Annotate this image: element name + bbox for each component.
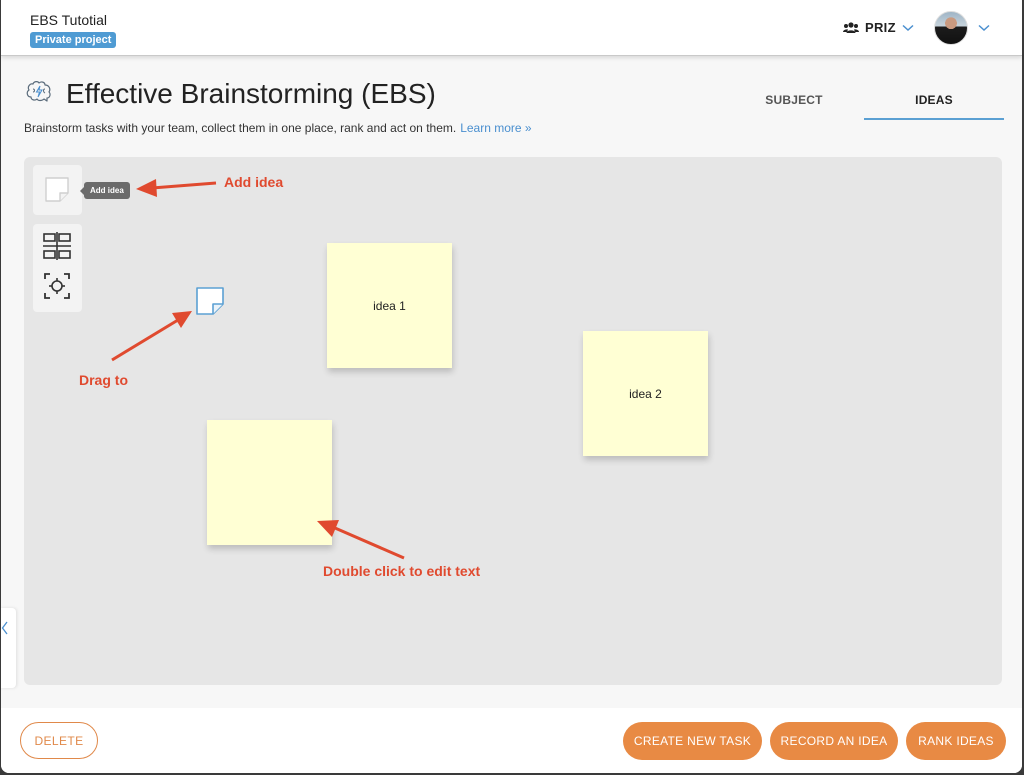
tab-subject[interactable]: SUBJECT <box>724 82 864 120</box>
chevron-left-icon <box>1 621 8 635</box>
create-new-task-button[interactable]: CREATE NEW TASK <box>623 722 762 760</box>
top-bar: EBS Tutotial Private project PRIZ <box>1 0 1022 56</box>
sticky-note[interactable]: idea 1 <box>327 243 452 368</box>
focus-center-icon[interactable] <box>41 270 73 302</box>
learn-more-link[interactable]: Learn more » <box>460 121 531 135</box>
page-description: Brainstorm tasks with your team, collect… <box>24 121 532 135</box>
chevron-down-icon <box>978 24 990 32</box>
sidebar-toggle[interactable] <box>1 608 16 688</box>
sticky-note-text: idea 1 <box>373 298 406 313</box>
ideas-board[interactable]: Add idea idea 1 idea 2 Add idea Drag to … <box>24 157 1002 685</box>
team-switcher[interactable]: PRIZ <box>843 20 914 35</box>
sticky-note-icon <box>45 177 69 202</box>
brain-lightning-icon <box>26 81 51 102</box>
user-menu[interactable] <box>934 11 990 45</box>
add-idea-button[interactable] <box>33 165 82 215</box>
view-tools <box>33 224 82 312</box>
project-title[interactable]: EBS Tutotial <box>30 12 107 28</box>
annotation-double-click: Double click to edit text <box>323 563 481 579</box>
page-title: Effective Brainstorming (EBS) <box>66 78 436 109</box>
annotation-add-idea: Add idea <box>224 174 284 190</box>
delete-button[interactable]: DELETE <box>20 722 98 759</box>
tab-bar: SUBJECT IDEAS <box>724 82 1004 120</box>
annotation-drag-to: Drag to <box>79 372 128 388</box>
tab-ideas[interactable]: IDEAS <box>864 82 1004 120</box>
rank-ideas-button[interactable]: RANK IDEAS <box>906 722 1006 760</box>
team-name: PRIZ <box>865 20 896 35</box>
record-an-idea-button[interactable]: RECORD AN IDEA <box>770 722 898 760</box>
add-idea-tooltip: Add idea <box>80 182 130 199</box>
user-avatar <box>934 11 968 45</box>
sticky-note-text: idea 2 <box>629 386 662 401</box>
description-text: Brainstorm tasks with your team, collect… <box>24 121 457 135</box>
sticky-note[interactable] <box>207 420 332 545</box>
private-project-badge: Private project <box>30 32 117 48</box>
footer-actions: DELETE CREATE NEW TASK RECORD AN IDEA RA… <box>1 708 1022 773</box>
app-window: EBS Tutotial Private project PRIZ Effect… <box>1 0 1022 773</box>
chevron-down-icon <box>902 24 914 31</box>
dragged-sticky-note-icon[interactable] <box>195 286 225 316</box>
sticky-note[interactable]: idea 2 <box>583 331 708 456</box>
grid-layout-icon[interactable] <box>41 230 73 262</box>
users-icon <box>843 21 859 33</box>
